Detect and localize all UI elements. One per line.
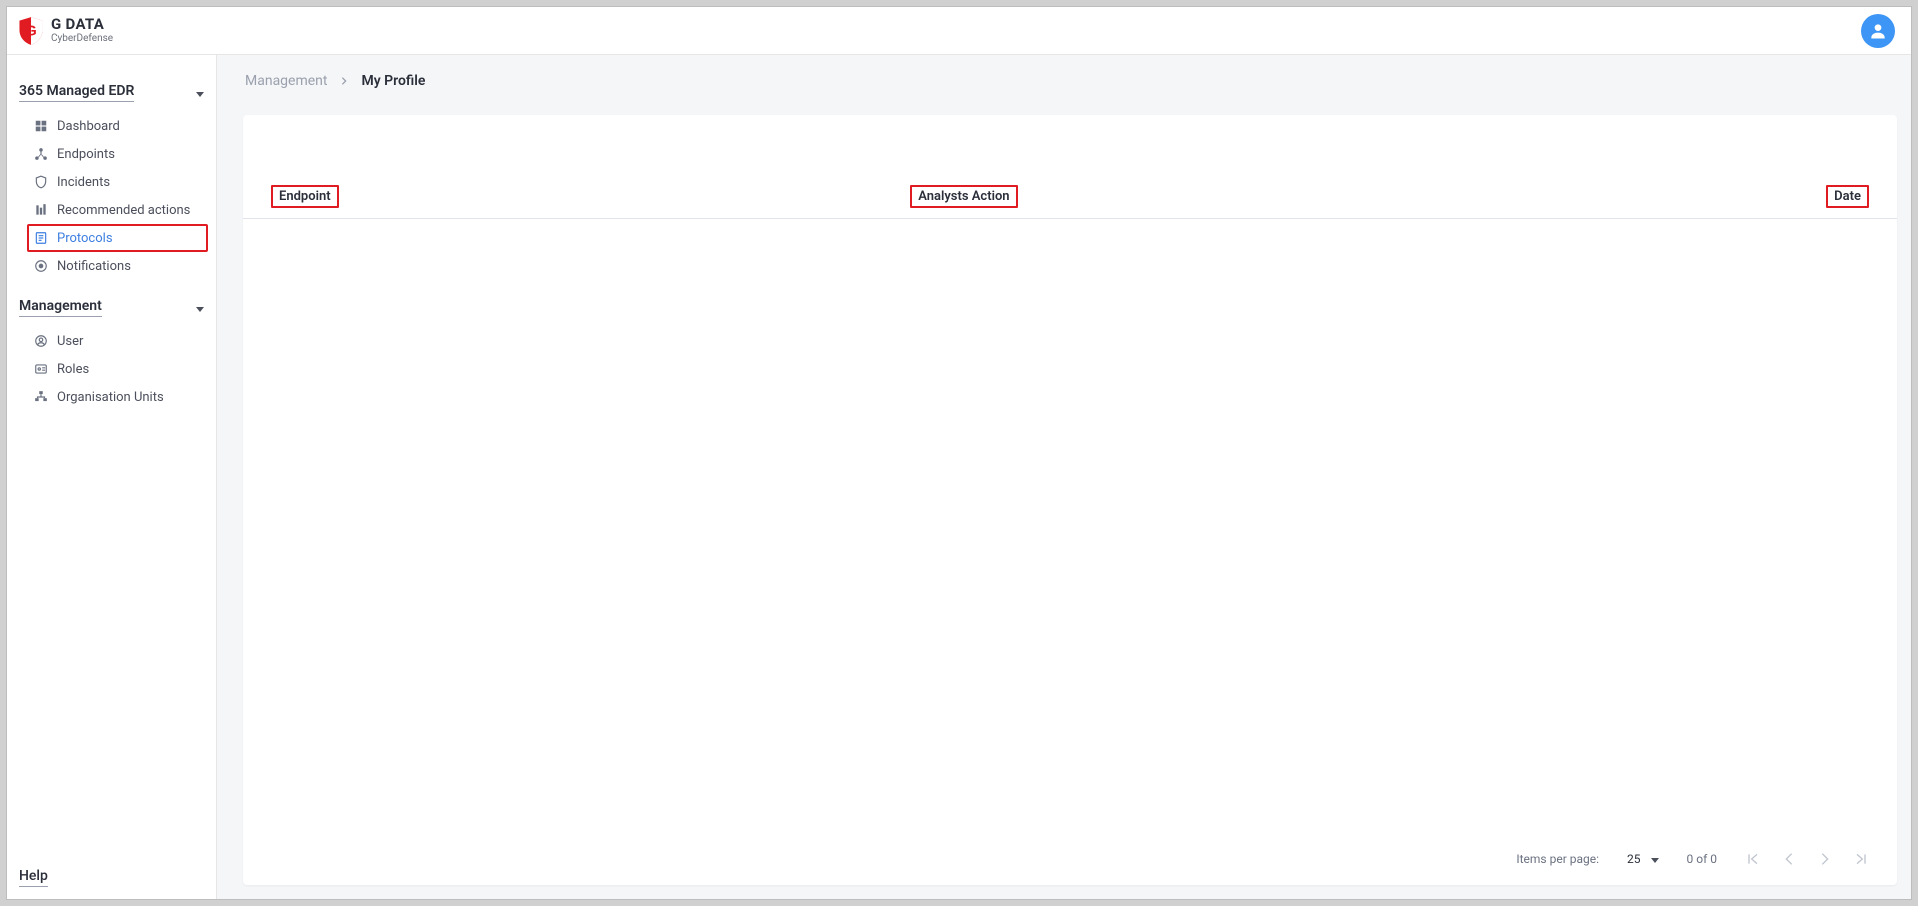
org-units-icon	[33, 389, 49, 405]
sidebar-item-label: User	[57, 334, 83, 349]
sidebar-item-label: Organisation Units	[57, 390, 164, 405]
nav-list-management: User Roles Organisation Units	[7, 323, 216, 423]
sidebar-item-protocols[interactable]: Protocols	[27, 224, 208, 252]
sidebar-item-label: Notifications	[57, 259, 131, 274]
breadcrumb-current: My Profile	[361, 73, 425, 89]
protocols-icon	[33, 230, 49, 246]
sidebar-item-label: Endpoints	[57, 147, 115, 162]
sidebar-item-label: Incidents	[57, 175, 110, 190]
sidebar-item-roles[interactable]: Roles	[7, 355, 216, 383]
dashboard-icon	[33, 118, 49, 134]
svg-text:G: G	[25, 22, 37, 39]
column-header-endpoint[interactable]: Endpoint	[271, 185, 339, 208]
user-icon	[33, 333, 49, 349]
app-window: G G DATA CyberDefense 365 Managed EDR	[6, 6, 1912, 900]
sidebar-section-edr[interactable]: 365 Managed EDR	[7, 77, 216, 108]
sidebar-item-notifications[interactable]: Notifications	[7, 252, 216, 280]
recommended-icon	[33, 202, 49, 218]
items-per-page-select[interactable]: 25	[1627, 852, 1659, 866]
sidebar-help[interactable]: Help	[7, 860, 216, 899]
first-page-button[interactable]	[1745, 851, 1761, 867]
items-per-page-label: Items per page:	[1516, 852, 1599, 866]
sidebar-item-recommended-actions[interactable]: Recommended actions	[7, 196, 216, 224]
column-header-date[interactable]: Date	[1826, 185, 1869, 208]
prev-page-button[interactable]	[1781, 851, 1797, 867]
endpoints-icon	[33, 146, 49, 162]
sidebar-item-user[interactable]: User	[7, 327, 216, 355]
last-page-button[interactable]	[1853, 851, 1869, 867]
caret-down-icon	[192, 85, 204, 101]
sidebar-item-label: Protocols	[57, 231, 113, 246]
topbar: G G DATA CyberDefense	[7, 7, 1911, 55]
user-avatar-button[interactable]	[1861, 14, 1895, 48]
sidebar-item-incidents[interactable]: Incidents	[7, 168, 216, 196]
sidebar-item-organisation-units[interactable]: Organisation Units	[7, 383, 216, 411]
notifications-icon	[33, 258, 49, 274]
roles-icon	[33, 361, 49, 377]
main: Management My Profile Endpoint Analysts …	[217, 55, 1911, 899]
breadcrumb-root[interactable]: Management	[245, 73, 327, 89]
content-card: Endpoint Analysts Action Date Items per …	[243, 115, 1897, 885]
sidebar-section-management[interactable]: Management	[7, 292, 216, 323]
nav-list-edr: Dashboard Endpoints Incidents	[7, 108, 216, 292]
next-page-button[interactable]	[1817, 851, 1833, 867]
breadcrumb: Management My Profile	[217, 55, 1911, 107]
brand-shield-icon: G	[17, 16, 45, 46]
chevron-right-icon	[339, 76, 349, 86]
caret-down-icon	[1647, 852, 1659, 866]
sidebar: 365 Managed EDR Dashboard Endpoints	[7, 55, 217, 899]
sidebar-item-label: Recommended actions	[57, 203, 190, 218]
column-header-analysts-action[interactable]: Analysts Action	[910, 185, 1017, 208]
shield-icon	[33, 174, 49, 190]
brand-sub: CyberDefense	[51, 34, 113, 44]
sidebar-item-label: Roles	[57, 362, 89, 377]
sidebar-item-dashboard[interactable]: Dashboard	[7, 112, 216, 140]
sidebar-item-endpoints[interactable]: Endpoints	[7, 140, 216, 168]
brand: G G DATA CyberDefense	[17, 16, 113, 46]
table-header-row: Endpoint Analysts Action Date	[243, 185, 1897, 219]
pagination: Items per page: 25 0 of 0	[243, 839, 1897, 885]
pagination-range: 0 of 0	[1687, 852, 1717, 866]
person-icon	[1868, 21, 1888, 41]
brand-main: G DATA	[51, 17, 113, 32]
sidebar-item-label: Dashboard	[57, 119, 120, 134]
table-body-empty	[243, 219, 1897, 839]
caret-down-icon	[192, 300, 204, 316]
